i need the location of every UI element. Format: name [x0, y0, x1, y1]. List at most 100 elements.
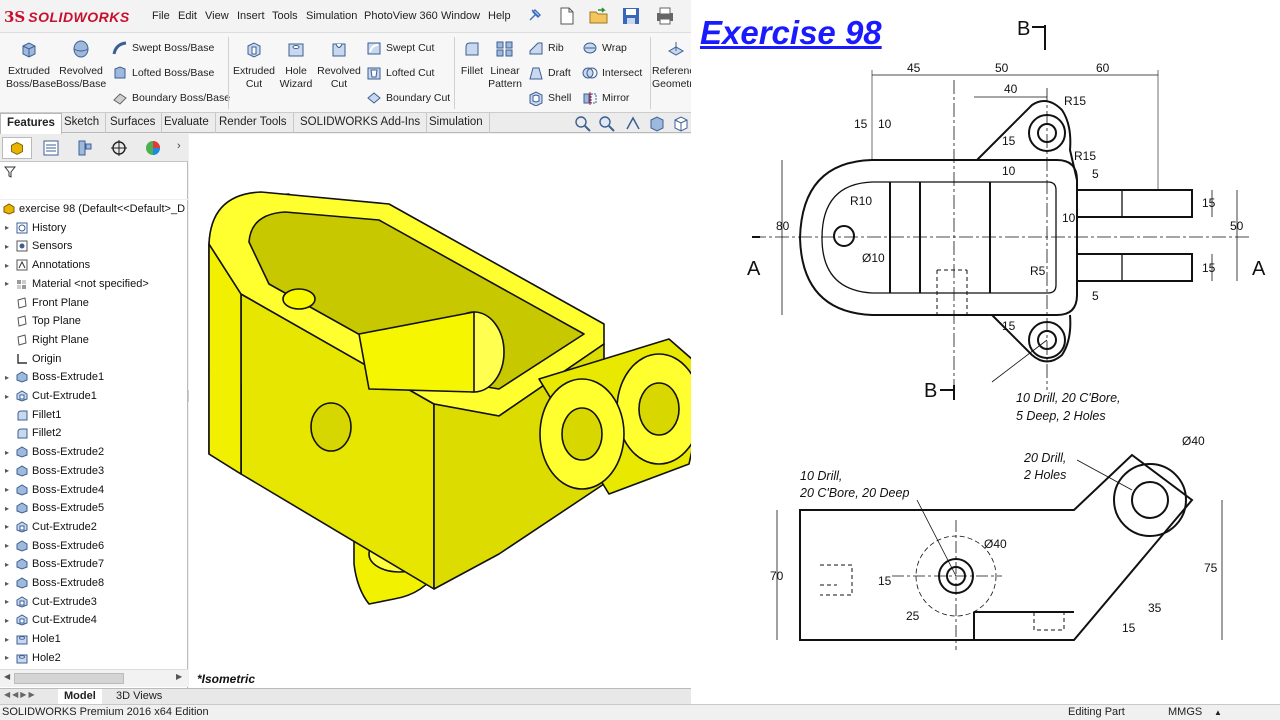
expand-arrow-icon[interactable]: ▸ [2, 579, 12, 588]
new-document-icon[interactable] [556, 6, 578, 26]
extruded-boss-button[interactable]: Extruded Boss/Base [6, 39, 56, 91]
tab-model[interactable]: Model [58, 689, 102, 704]
configuration-manager-icon[interactable] [70, 137, 100, 159]
expand-arrow-icon[interactable]: ▸ [2, 560, 12, 569]
lofted-cut-button[interactable]: Lofted Cut [366, 64, 434, 82]
expand-arrow-icon[interactable]: ▸ [2, 373, 12, 382]
expand-arrow-icon[interactable]: ▸ [2, 616, 12, 625]
tree-item[interactable]: ▸ Cut-Extrude4 [0, 611, 188, 629]
boundary-cut-button[interactable]: Boundary Cut [366, 89, 450, 107]
menu-edit[interactable]: Edit [178, 10, 197, 22]
expand-arrow-icon[interactable]: ▸ [2, 279, 12, 288]
tree-item[interactable]: Front Plane [0, 294, 188, 312]
mirror-button[interactable]: Mirror [582, 89, 629, 107]
tree-item[interactable]: ▸ Boss-Extrude5 [0, 499, 188, 517]
shell-button[interactable]: Shell [528, 89, 571, 107]
hole-wizard-button[interactable]: Hole Wizard [278, 39, 314, 91]
tab-addins[interactable]: SOLIDWORKS Add-Ins [294, 113, 428, 133]
tree-item[interactable]: ▸ Hole2 [0, 649, 188, 667]
section-view-icon[interactable] [648, 115, 666, 132]
expand-arrow-icon[interactable]: ▸ [2, 597, 12, 606]
tree-item[interactable]: ▸ Boss-Extrude6 [0, 537, 188, 555]
extruded-cut-button[interactable]: Extruded Cut [232, 39, 276, 91]
swept-boss-button[interactable]: Swept Boss/Base [112, 39, 214, 57]
tree-item[interactable]: Fillet2 [0, 424, 188, 442]
scroll-right-arrow[interactable]: ▶ [176, 672, 182, 681]
filter-icon[interactable] [4, 166, 16, 178]
units-dropdown-icon[interactable]: ▲ [1214, 708, 1222, 717]
tree-item[interactable]: ▸ Boss-Extrude1 [0, 368, 188, 386]
draft-button[interactable]: Draft [528, 64, 571, 82]
expand-arrow-icon[interactable]: ▸ [2, 485, 12, 494]
revolved-cut-button[interactable]: Revolved Cut [316, 39, 362, 91]
expand-arrow-icon[interactable]: ▸ [2, 261, 12, 270]
property-manager-icon[interactable] [36, 137, 66, 159]
tree-item[interactable]: ▸ Sensors [0, 237, 188, 255]
wrap-button[interactable]: Wrap [582, 39, 627, 57]
tab-scroll-arrows[interactable]: ◀◀▶▶ [4, 690, 37, 699]
pin-icon[interactable] [524, 6, 546, 26]
tree-root[interactable]: exercise 98 (Default<<Default>_D [0, 200, 188, 218]
expand-arrow-icon[interactable]: ▸ [2, 392, 12, 401]
tree-item[interactable]: Origin [0, 350, 188, 368]
reference-geometry-button[interactable]: Reference Geometry [652, 39, 691, 91]
tab-3d-views[interactable]: 3D Views [110, 689, 168, 704]
zoom-area-icon[interactable] [598, 115, 616, 132]
tree-item[interactable]: Right Plane [0, 331, 188, 349]
menu-view[interactable]: View [205, 10, 229, 22]
expand-arrow-icon[interactable]: ▸ [2, 242, 12, 251]
tab-surfaces[interactable]: Surfaces [104, 113, 163, 133]
menu-photoview[interactable]: PhotoView 360 [364, 10, 438, 22]
tree-item[interactable]: ▸ Cut-Extrude1 [0, 387, 188, 405]
fillet-button[interactable]: Fillet [458, 39, 486, 78]
horizontal-scrollbar[interactable]: ◀ ▶ [0, 669, 188, 687]
expand-arrow-icon[interactable]: ▸ [2, 635, 12, 644]
tab-simulation[interactable]: Simulation [423, 113, 490, 133]
open-folder-icon[interactable] [588, 6, 610, 26]
view-orientation-icon[interactable] [672, 115, 690, 132]
scrollbar-thumb[interactable] [14, 673, 124, 684]
tree-item[interactable]: ▸ Material <not specified> [0, 275, 188, 293]
expand-arrow-icon[interactable]: ▸ [2, 522, 12, 531]
expand-arrow-icon[interactable]: ▸ [2, 504, 12, 513]
tree-item[interactable]: ▸ Cut-Extrude2 [0, 518, 188, 536]
lofted-boss-button[interactable]: Lofted Boss/Base [112, 64, 214, 82]
menu-file[interactable]: File [152, 10, 170, 22]
graphics-area[interactable]: *Isometric [189, 134, 691, 688]
tree-item[interactable]: ▸ Annotations [0, 256, 188, 274]
display-manager-icon[interactable] [138, 137, 168, 159]
tree-item[interactable]: ▸ Hole1 [0, 630, 188, 648]
scroll-left-arrow[interactable]: ◀ [4, 672, 10, 681]
tree-item[interactable]: ▸ Boss-Extrude8 [0, 574, 188, 592]
menu-help[interactable]: Help [488, 10, 511, 22]
swept-cut-button[interactable]: Swept Cut [366, 39, 434, 57]
tree-item[interactable]: ▸ Cut-Extrude3 [0, 593, 188, 611]
revolved-boss-button[interactable]: Revolved Boss/Base [56, 39, 106, 91]
tree-item[interactable]: Top Plane [0, 312, 188, 330]
tree-item[interactable]: ▸ History [0, 219, 188, 237]
tab-features[interactable]: Features [0, 113, 62, 134]
previous-view-icon[interactable] [624, 115, 642, 132]
dimxpert-icon[interactable] [104, 137, 134, 159]
menu-window[interactable]: Window [441, 10, 480, 22]
intersect-button[interactable]: Intersect [582, 64, 642, 82]
expand-arrow-icon[interactable]: ▸ [2, 541, 12, 550]
feature-tree-icon[interactable] [2, 137, 32, 159]
tree-item[interactable]: ▸ Boss-Extrude2 [0, 443, 188, 461]
tree-item[interactable]: ▸ Boss-Extrude3 [0, 462, 188, 480]
linear-pattern-button[interactable]: Linear Pattern [488, 39, 522, 91]
menu-tools[interactable]: Tools [272, 10, 298, 22]
expand-arrow-icon[interactable]: ▸ [2, 653, 12, 662]
expand-arrow-icon[interactable]: ▸ [2, 448, 12, 457]
tree-item[interactable]: ▸ Boss-Extrude7 [0, 555, 188, 573]
boundary-boss-button[interactable]: Boundary Boss/Base [112, 89, 230, 107]
units-label[interactable]: MMGS [1168, 706, 1202, 718]
print-icon[interactable] [654, 6, 676, 26]
zoom-to-fit-icon[interactable] [574, 115, 592, 132]
tab-render-tools[interactable]: Render Tools [213, 113, 294, 133]
expand-arrow-icon[interactable]: ▸ [2, 223, 12, 232]
solidworks-logo[interactable]: 3S SOLIDWORKS [4, 6, 130, 28]
menu-insert[interactable]: Insert [237, 10, 265, 22]
rib-button[interactable]: Rib [528, 39, 564, 57]
tab-sketch[interactable]: Sketch [58, 113, 107, 133]
